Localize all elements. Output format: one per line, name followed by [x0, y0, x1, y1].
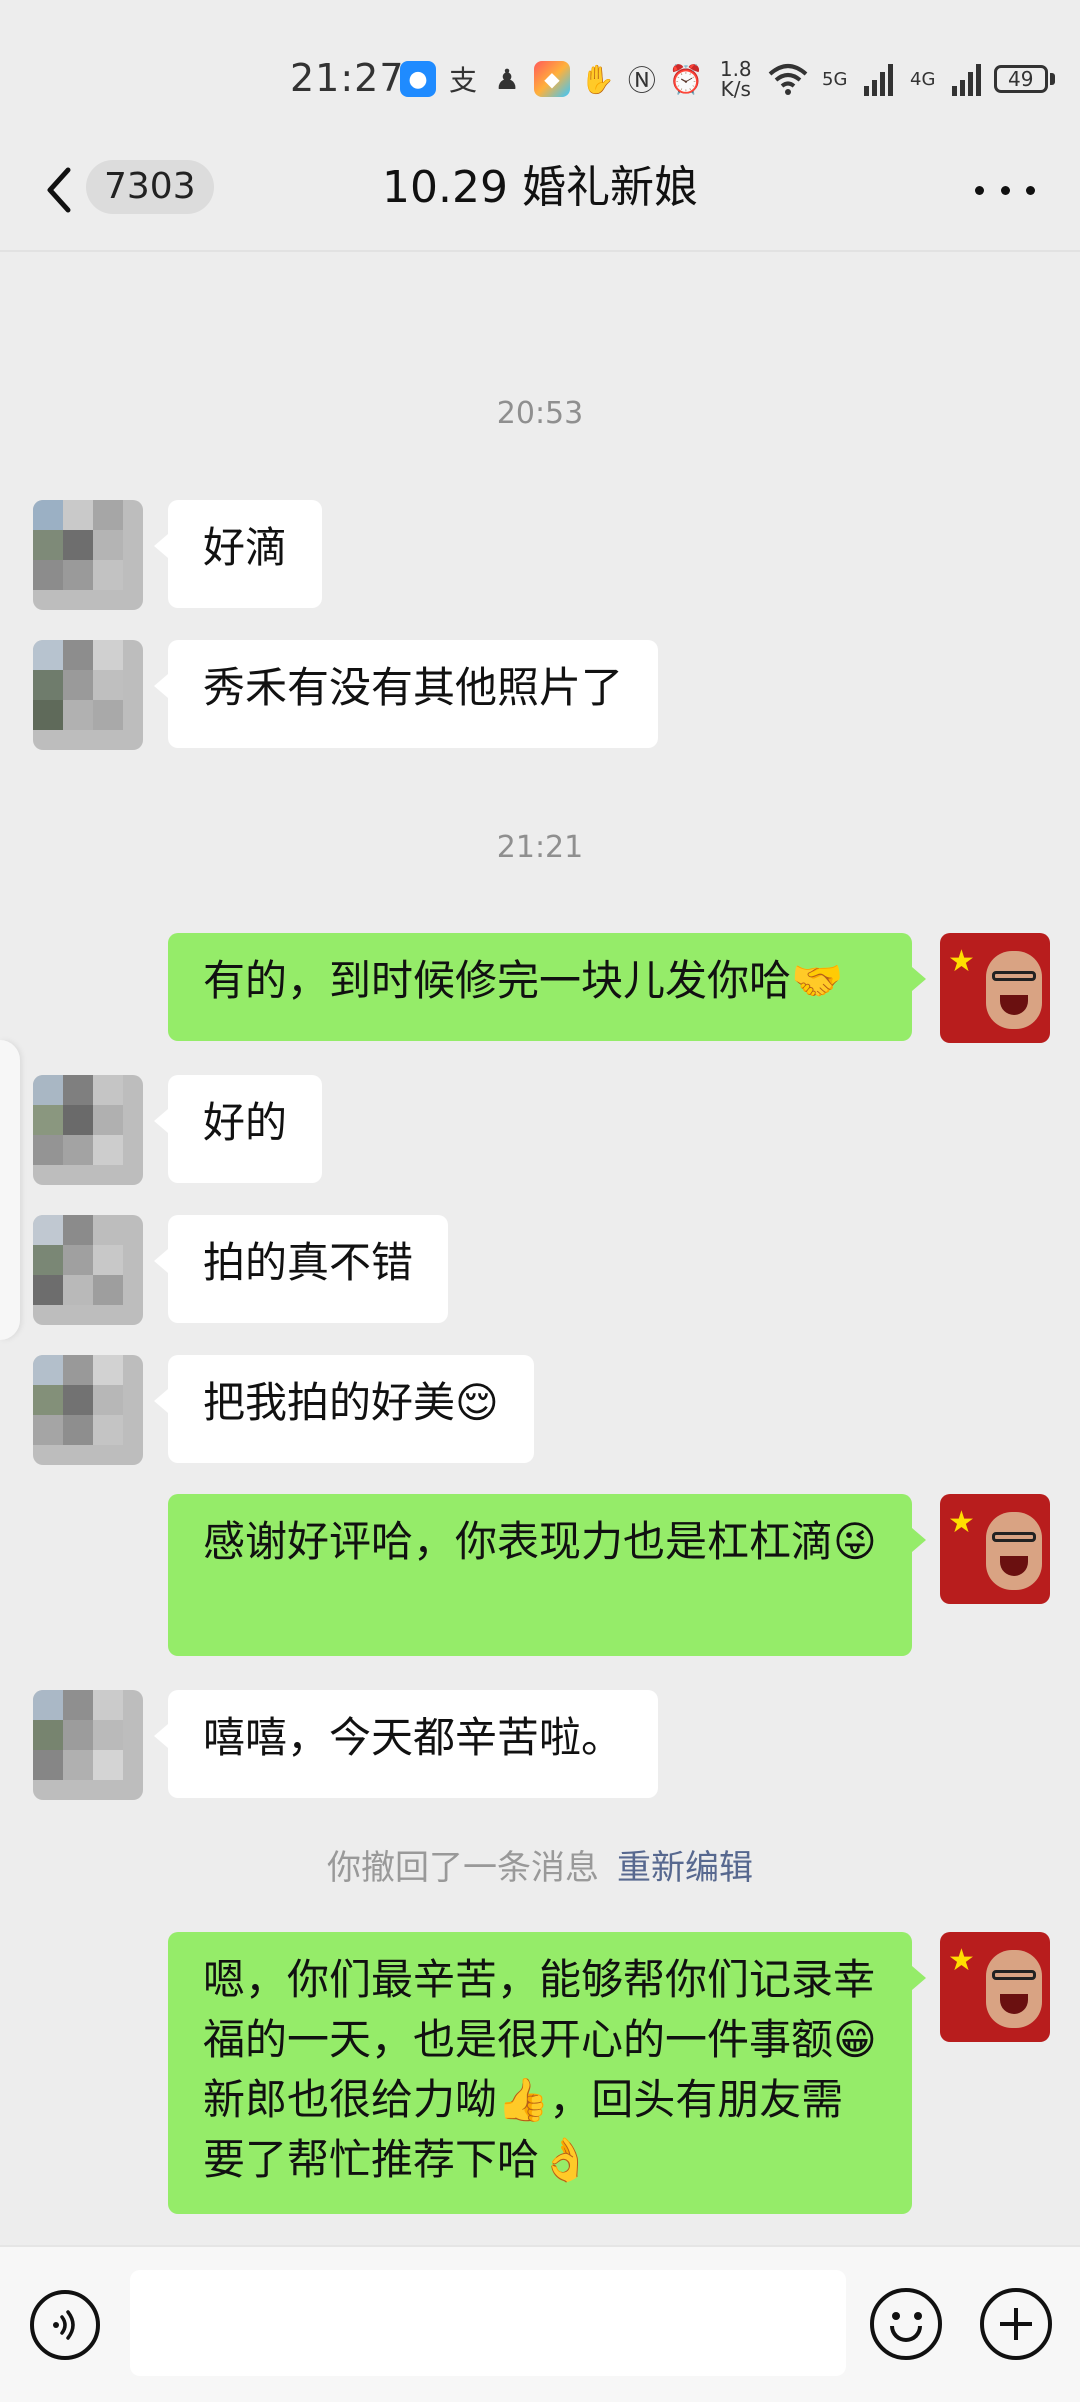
message-input[interactable] [130, 2270, 846, 2376]
chat-title: 10.29 婚礼新娘 [382, 162, 698, 213]
add-attachment-icon[interactable] [980, 2288, 1052, 2360]
recall-text: 你撤回了一条消息 [327, 1848, 599, 1888]
incoming-message[interactable]: 嘻嘻，今天都辛苦啦。 [153, 1690, 659, 1798]
contact-avatar[interactable] [33, 640, 143, 750]
emoji-icon[interactable] [870, 2288, 942, 2360]
my-avatar[interactable]: ★ [940, 1494, 1050, 1604]
contact-avatar[interactable] [33, 1075, 143, 1185]
status-time: 21:27 [290, 56, 405, 100]
my-avatar[interactable]: ★ [940, 933, 1050, 1043]
my-avatar[interactable]: ★ [940, 1932, 1050, 2042]
network-speed: 1.8 K/s [714, 59, 758, 99]
voice-input-icon[interactable] [30, 2290, 100, 2360]
incoming-message[interactable]: 好的 [153, 1075, 323, 1183]
status-bar: 21:27 ● 支 ♟ ◆ ✋ Ⓝ ⏰ 1.8 K/s 5G 4G 49 [0, 0, 1080, 150]
side-drawer-handle[interactable] [0, 1040, 20, 1340]
battery-icon: 49 [993, 65, 1055, 93]
signal-4g-label: 4G [910, 68, 936, 90]
alipay-icon: 支 [448, 64, 477, 97]
recall-notice: 你撤回了一条消息 重新编辑 [0, 1840, 1080, 1889]
app-notification-icon: ● [400, 61, 436, 97]
qq-icon: ♟ [494, 62, 520, 96]
message-timestamp: 21:21 [496, 830, 584, 865]
alarm-icon: ⏰ [668, 62, 704, 96]
header-divider [0, 250, 1080, 252]
contact-avatar[interactable] [33, 500, 143, 610]
outgoing-message[interactable]: 有的，到时候修完一块儿发你哈🤝 [168, 933, 926, 1041]
network-speed-value: 1.8 [719, 57, 752, 81]
signal-icon [862, 59, 896, 99]
network-speed-unit: K/s [720, 77, 751, 101]
re-edit-link[interactable]: 重新编辑 [617, 1848, 753, 1888]
contact-avatar[interactable] [33, 1355, 143, 1465]
signal-icon [950, 59, 984, 99]
contact-avatar[interactable] [33, 1215, 143, 1325]
battery-level: 49 [993, 65, 1048, 93]
outgoing-message[interactable]: 嗯，你们最辛苦，能够帮你们记录幸福的一天，也是很开心的一件事额😁新郎也很给力呦👍… [168, 1932, 926, 2214]
message-timestamp: 20:53 [496, 396, 584, 431]
incoming-message[interactable]: 拍的真不错 [153, 1215, 449, 1323]
more-options-icon[interactable] [975, 160, 1035, 220]
incoming-message[interactable]: 秀禾有没有其他照片了 [153, 640, 659, 748]
outgoing-message[interactable]: 感谢好评哈，你表现力也是杠杠滴😜 [168, 1494, 926, 1656]
hand-icon: ✋ [580, 62, 615, 96]
contact-avatar[interactable] [33, 1690, 143, 1800]
incoming-message[interactable]: 把我拍的好美😌 [154, 1355, 534, 1463]
incoming-message[interactable]: 好滴 [153, 500, 323, 608]
wifi-icon [768, 59, 808, 99]
app-notification-icon: ◆ [534, 61, 570, 97]
signal-5g-label: 5G [822, 68, 848, 90]
status-icons: ● 支 ♟ ◆ ✋ Ⓝ ⏰ 1.8 K/s 5G 4G 49 [400, 54, 1055, 104]
nfc-icon: Ⓝ [627, 64, 656, 97]
